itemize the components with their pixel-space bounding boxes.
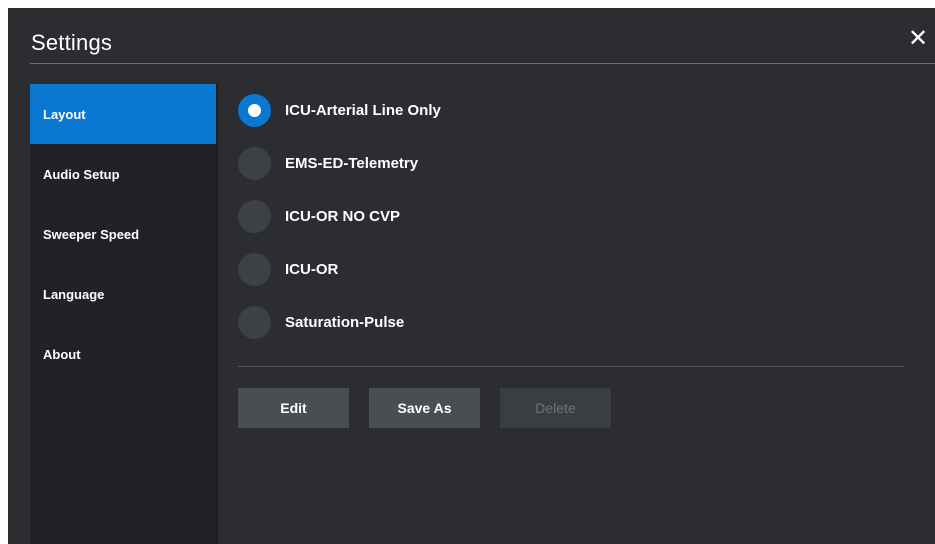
layout-option-label: EMS-ED-Telemetry xyxy=(285,155,419,172)
layout-panel: ICU-Arterial Line Only EMS-ED-Telemetry … xyxy=(238,84,905,428)
settings-sidebar: Layout Audio Setup Sweeper Speed Languag… xyxy=(30,84,216,544)
close-icon[interactable]: ✕ xyxy=(907,27,929,51)
layout-option-label: ICU-OR NO CVP xyxy=(285,208,401,225)
layout-option-label: Saturation-Pulse xyxy=(285,314,405,331)
sidebar-item-language[interactable]: Language xyxy=(30,264,216,324)
radio-unselected[interactable] xyxy=(238,147,271,180)
settings-dialog: Settings ✕ Layout Audio Setup Sweeper Sp… xyxy=(8,8,935,544)
options-divider xyxy=(238,366,904,367)
layout-option-icu-or-no-cvp[interactable]: ICU-OR NO CVP xyxy=(238,190,905,243)
dialog-title: Settings xyxy=(31,30,113,55)
edit-button[interactable]: Edit xyxy=(238,388,349,428)
radio-unselected[interactable] xyxy=(238,200,271,233)
sidebar-divider xyxy=(216,84,218,544)
radio-dot-icon xyxy=(248,104,261,117)
header-divider xyxy=(30,63,935,64)
sidebar-item-sweeper-speed[interactable]: Sweeper Speed xyxy=(30,204,216,264)
sidebar-item-about[interactable]: About xyxy=(30,324,216,384)
layout-option-label: ICU-OR xyxy=(285,261,339,278)
sidebar-item-audio-setup[interactable]: Audio Setup xyxy=(30,144,216,204)
layout-option-label: ICU-Arterial Line Only xyxy=(285,102,441,119)
radio-unselected[interactable] xyxy=(238,306,271,339)
radio-unselected[interactable] xyxy=(238,253,271,286)
layout-option-saturation-pulse[interactable]: Saturation-Pulse xyxy=(238,296,905,349)
layout-option-icu-or[interactable]: ICU-OR xyxy=(238,243,905,296)
delete-button: Delete xyxy=(500,388,611,428)
layout-option-icu-arterial-line-only[interactable]: ICU-Arterial Line Only xyxy=(238,84,905,137)
radio-selected[interactable] xyxy=(238,94,271,127)
sidebar-item-layout[interactable]: Layout xyxy=(30,84,216,144)
save-as-button[interactable]: Save As xyxy=(369,388,480,428)
layout-option-ems-ed-telemetry[interactable]: EMS-ED-Telemetry xyxy=(238,137,905,190)
action-buttons: Edit Save As Delete xyxy=(238,388,631,428)
